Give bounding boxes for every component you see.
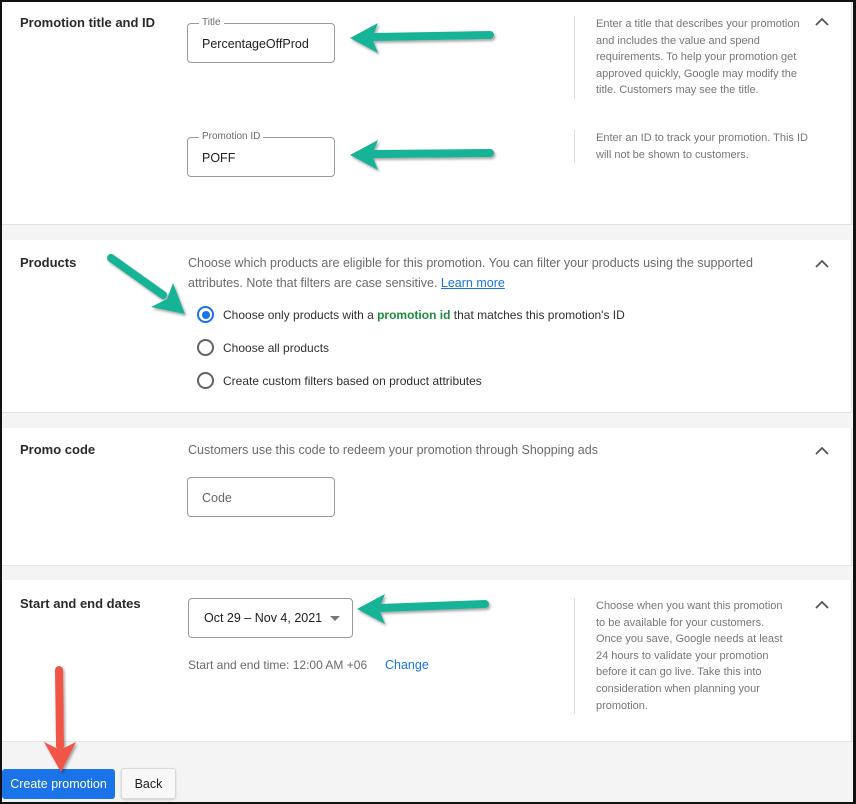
section-label: Products xyxy=(20,255,77,270)
promotion-id-highlight: promotion id xyxy=(377,307,451,322)
section-label: Promotion title and ID xyxy=(20,15,156,30)
section-dates: Start and end dates Oct 29 – Nov 4, 2021… xyxy=(2,580,852,742)
title-help-text: Enter a title that describes your promot… xyxy=(574,16,812,99)
title-input[interactable] xyxy=(188,24,334,62)
collapse-chevron-up-icon[interactable] xyxy=(815,259,829,269)
section-label: Promo code xyxy=(20,442,96,457)
back-button[interactable]: Back xyxy=(121,768,176,799)
radio-button-checked[interactable] xyxy=(197,306,214,323)
section-title-and-id: Promotion title and ID Title Promotion I… xyxy=(2,2,852,225)
create-promotion-button[interactable]: Create promotion xyxy=(2,769,115,799)
dates-help-text: Choose when you want this promotion to b… xyxy=(574,598,789,715)
radio-option-label: Create custom filters based on product a… xyxy=(223,373,482,388)
date-range-dropdown[interactable]: Oct 29 – Nov 4, 2021 xyxy=(188,598,353,638)
promo-code-input[interactable] xyxy=(188,478,334,516)
promotion-id-field[interactable]: Promotion ID xyxy=(187,131,335,177)
radio-option-custom-filters[interactable]: Create custom filters based on product a… xyxy=(197,372,482,389)
section-promo-code: Promo code Customers use this code to re… xyxy=(2,428,852,566)
collapse-chevron-up-icon[interactable] xyxy=(815,17,829,27)
start-end-time-text: Start and end time: 12:00 AM +06 xyxy=(188,658,368,672)
caret-down-icon xyxy=(330,616,340,621)
title-field[interactable]: Title xyxy=(187,17,335,63)
collapse-chevron-up-icon[interactable] xyxy=(815,600,829,610)
radio-option-label: Choose only products with a promotion id… xyxy=(223,308,625,322)
date-range-value: Oct 29 – Nov 4, 2021 xyxy=(204,611,323,625)
products-description: Choose which products are eligible for t… xyxy=(188,253,788,293)
radio-button[interactable] xyxy=(197,372,214,389)
promotion-id-input[interactable] xyxy=(188,138,334,176)
collapse-chevron-up-icon[interactable] xyxy=(815,446,829,456)
id-help-text: Enter an ID to track your promotion. Thi… xyxy=(574,130,812,164)
learn-more-link[interactable]: Learn more xyxy=(441,276,505,290)
change-time-link[interactable]: Change xyxy=(385,658,429,672)
section-products: Products Choose which products are eligi… xyxy=(2,240,852,413)
radio-option-label: Choose all products xyxy=(223,340,330,355)
radio-button[interactable] xyxy=(197,339,214,356)
promo-code-field[interactable] xyxy=(187,477,335,517)
promo-code-description: Customers use this code to redeem your p… xyxy=(188,443,598,457)
section-label: Start and end dates xyxy=(20,596,141,611)
radio-option-all-products[interactable]: Choose all products xyxy=(197,339,329,356)
radio-option-promotion-id[interactable]: Choose only products with a promotion id… xyxy=(197,306,625,323)
option-text: that matches this promotion's ID xyxy=(450,307,625,322)
option-text: Choose only products with a xyxy=(223,307,378,322)
